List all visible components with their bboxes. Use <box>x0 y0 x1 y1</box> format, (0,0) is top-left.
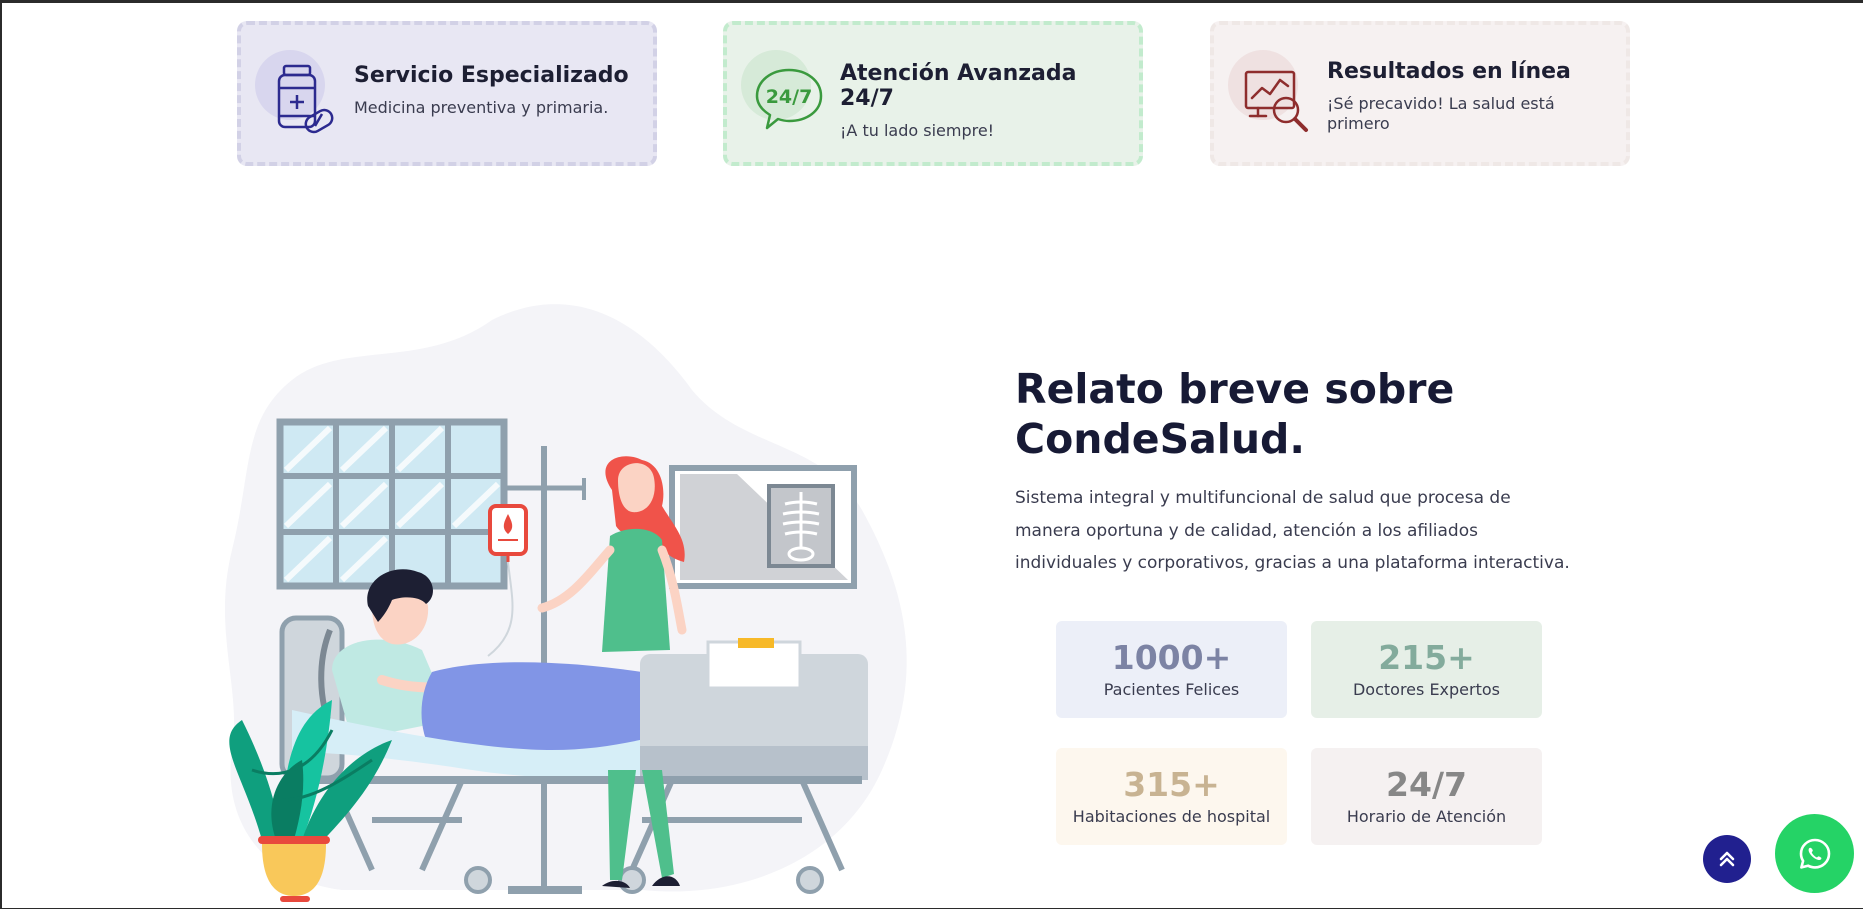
feature-card-specialized: Servicio Especializado Medicina preventi… <box>237 21 657 166</box>
feature-title: Resultados en línea <box>1327 59 1571 84</box>
stat-value: 1000+ <box>1111 638 1232 677</box>
whatsapp-icon <box>1799 838 1830 869</box>
feature-card-results: Resultados en línea ¡Sé precavido! La sa… <box>1210 21 1630 166</box>
svg-text:24/7: 24/7 <box>766 86 813 108</box>
feature-title: Atención Avanzada 24/7 <box>840 61 1077 111</box>
stat-card-doctors: 215+ Doctores Expertos <box>1311 621 1542 718</box>
about-description: Sistema integral y multifuncional de sal… <box>1015 488 1570 573</box>
stat-value: 215+ <box>1378 638 1475 677</box>
feature-subtitle: ¡Sé precavido! La salud está primero <box>1327 94 1555 133</box>
whatsapp-button[interactable] <box>1775 814 1854 893</box>
scroll-to-top-button[interactable] <box>1703 835 1751 883</box>
double-chevron-up-icon <box>1719 851 1735 867</box>
results-search-icon <box>1228 50 1318 140</box>
stat-card-patients: 1000+ Pacientes Felices <box>1056 621 1287 718</box>
stat-card-hours: 24/7 Horario de Atención <box>1311 748 1542 845</box>
feature-subtitle: Medicina preventiva y primaria. <box>354 98 609 117</box>
stat-value: 315+ <box>1123 765 1220 804</box>
stat-card-rooms: 315+ Habitaciones de hospital <box>1056 748 1287 845</box>
feature-card-247: 24/7 Atención Avanzada 24/7 ¡A tu lado s… <box>723 21 1143 166</box>
about-title: Relato breve sobre CondeSalud. <box>1015 365 1455 463</box>
24-7-chat-icon: 24/7 <box>741 50 831 140</box>
stat-value: 24/7 <box>1386 765 1467 804</box>
stat-label: Doctores Expertos <box>1352 680 1500 699</box>
stat-label: Pacientes Felices <box>1103 680 1240 699</box>
medicine-bottle-icon <box>255 50 345 140</box>
stat-label: Habitaciones de hospital <box>1072 807 1271 826</box>
stat-label: Horario de Atención <box>1346 807 1507 826</box>
hospital-illustration <box>224 304 907 902</box>
feature-title: Servicio Especializado <box>354 63 629 88</box>
feature-subtitle: ¡A tu lado siempre! <box>840 121 995 140</box>
